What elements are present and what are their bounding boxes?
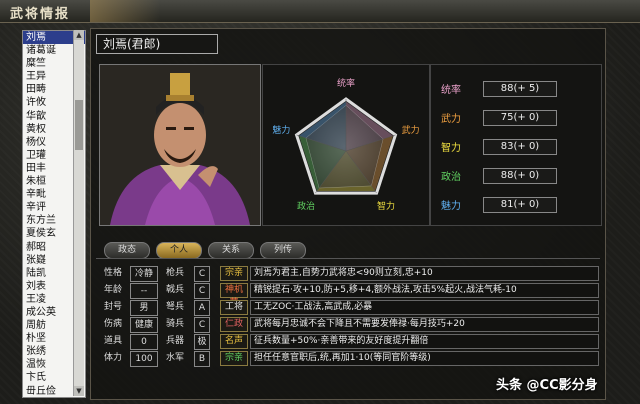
aptitude-value: 极 bbox=[194, 334, 210, 350]
aptitude-value: C bbox=[194, 266, 210, 282]
attribute-value: 健康 bbox=[130, 317, 158, 333]
radar-label: 魅力 bbox=[272, 124, 290, 136]
attribute-key: 道具 bbox=[104, 336, 123, 346]
attribute-key: 伤病 bbox=[104, 319, 123, 329]
portrait-icon bbox=[100, 65, 260, 225]
scroll-up-icon[interactable]: ▲ bbox=[74, 30, 84, 40]
skill-tag[interactable]: 神机营 bbox=[220, 283, 248, 308]
tab-2[interactable]: 关系 bbox=[208, 242, 254, 259]
skill-tag[interactable]: 名声 bbox=[220, 334, 248, 349]
tab-divider bbox=[96, 258, 600, 259]
attribute-value: 100 bbox=[130, 351, 158, 367]
stat-label: 智力 bbox=[441, 143, 461, 154]
stat-label: 政治 bbox=[441, 172, 461, 183]
radar-label: 政治 bbox=[297, 200, 315, 212]
stat-value: 81(+ 0) bbox=[483, 197, 557, 213]
aptitude-key: 兵器 bbox=[166, 336, 185, 346]
aptitude-value: C bbox=[194, 317, 210, 333]
attribute-value: 男 bbox=[130, 300, 158, 316]
skill-effect: 担任任意官职后,统,再加1·10(等同官阶等级) bbox=[250, 351, 599, 366]
stat-value: 88(+ 5) bbox=[483, 81, 557, 97]
stat-value: 75(+ 0) bbox=[483, 110, 557, 126]
aptitude-key: 水军 bbox=[166, 353, 185, 363]
scroll-down-icon[interactable]: ▼ bbox=[74, 386, 84, 396]
window-title: 武将情报 bbox=[10, 7, 71, 22]
officer-name: 刘焉(君郎) bbox=[96, 34, 218, 54]
ability-stats: 统率 88(+ 5) 武力 75(+ 0) 智力 83(+ 0) 政治 88(+ 0) 魅力 81… bbox=[430, 64, 602, 226]
skill-effect: 刘焉为君主,自势力武将忠<90则立刻,忠+10 bbox=[250, 266, 599, 281]
officer-list-scrollbar[interactable]: ▲ ▼ bbox=[73, 30, 84, 396]
skill-tag[interactable]: 宗亲 bbox=[220, 266, 248, 281]
skill-effect: 精锐提石·攻+10,防+5,移+4,额外战法,攻击5%起火,战法气耗-10 bbox=[250, 283, 599, 298]
attribute-value: -- bbox=[130, 283, 158, 299]
attribute-key: 性格 bbox=[104, 268, 123, 278]
aptitude-value: B bbox=[194, 351, 210, 367]
skill-tag[interactable]: 仁政 bbox=[220, 317, 248, 332]
skill-effect: 武将每月忠诚不会下降且不需要发俸禄·每月技巧+20 bbox=[250, 317, 599, 332]
attribute-key: 封号 bbox=[104, 302, 123, 312]
attribute-key: 年龄 bbox=[104, 285, 123, 295]
attribute-value: 0 bbox=[130, 334, 158, 350]
scroll-thumb[interactable] bbox=[75, 100, 83, 150]
officer-portrait bbox=[99, 64, 261, 226]
aptitude-key: 骑兵 bbox=[166, 319, 185, 329]
stat-value: 88(+ 0) bbox=[483, 168, 557, 184]
skill-effect: 工无ZOC·工战法,高武成,必暴 bbox=[250, 300, 599, 315]
stat-label: 武力 bbox=[441, 114, 461, 125]
stat-value: 83(+ 0) bbox=[483, 139, 557, 155]
radar-label: 智力 bbox=[377, 200, 395, 212]
skill-tag[interactable]: 工将 bbox=[220, 300, 248, 315]
radar-label: 武力 bbox=[402, 124, 420, 136]
aptitude-key: 枪兵 bbox=[166, 268, 185, 278]
attribute-value: 冷静 bbox=[130, 266, 158, 282]
stat-label: 统率 bbox=[441, 85, 461, 96]
watermark: 头条 @CC影分身 bbox=[496, 378, 598, 393]
skill-tag[interactable]: 宗亲 bbox=[220, 351, 248, 366]
stat-label: 魅力 bbox=[441, 201, 461, 212]
aptitude-key: 弩兵 bbox=[166, 302, 185, 312]
aptitude-value: A bbox=[194, 300, 210, 316]
attribute-key: 体力 bbox=[104, 353, 123, 363]
title-bar: 武将情报 bbox=[0, 0, 640, 23]
skill-effect: 征兵数量+50%·亲善带来的友好度提升翻倍 bbox=[250, 334, 599, 349]
aptitude-value: C bbox=[194, 283, 210, 299]
tab-3[interactable]: 列传 bbox=[260, 242, 306, 259]
aptitude-key: 戟兵 bbox=[166, 285, 185, 295]
radar-label: 统率 bbox=[337, 77, 355, 89]
title-decoration bbox=[90, 0, 160, 22]
tab-1[interactable]: 个人 bbox=[156, 242, 202, 259]
tab-0[interactable]: 政态 bbox=[104, 242, 150, 259]
radar-svg: 统率武力智力 政治 魅力 bbox=[272, 77, 420, 212]
ability-radar-chart: 统率武力智力 政治 魅力 bbox=[262, 64, 430, 226]
